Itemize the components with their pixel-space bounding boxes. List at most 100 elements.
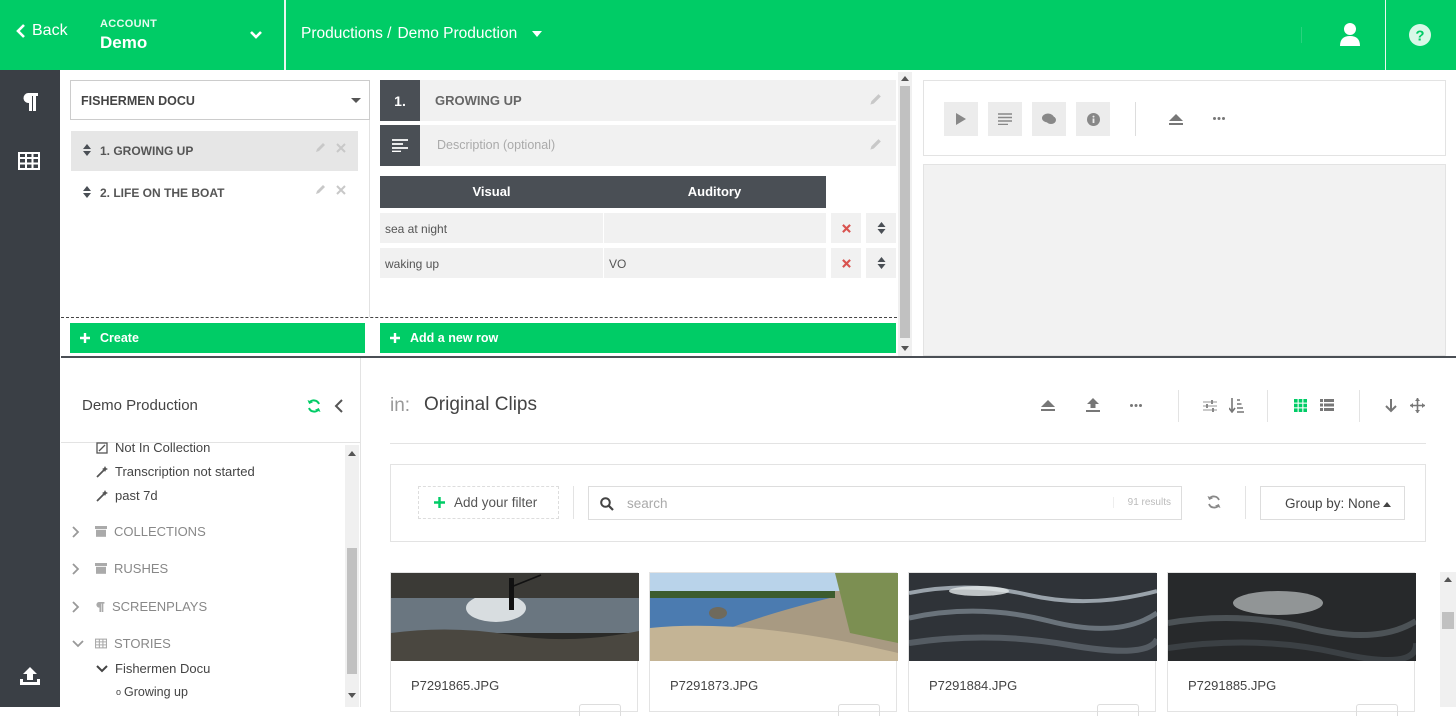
group-by-dropdown[interactable]: Group by: None (1260, 486, 1405, 520)
chevron-left-icon[interactable] (334, 399, 344, 413)
header-divider (1385, 0, 1386, 70)
filter-sliders-icon[interactable] (1203, 400, 1217, 412)
user-icon[interactable] (1340, 22, 1360, 46)
clip-card[interactable]: P7291873.JPG (649, 572, 898, 716)
help-icon[interactable]: ? (1408, 23, 1432, 47)
clip-thumbnail[interactable] (1168, 573, 1416, 661)
clip-thumbnail[interactable] (650, 573, 898, 661)
caret-down-icon[interactable] (531, 30, 543, 38)
move-arrows-icon[interactable] (1410, 398, 1425, 413)
breadcrumb-current[interactable]: Demo Production (397, 25, 517, 43)
pencil-icon[interactable] (868, 93, 882, 107)
tree-section-stories[interactable]: STORIES (72, 636, 171, 651)
account-label: ACCOUNT (100, 18, 158, 30)
scrollbar-thumb[interactable] (1442, 612, 1454, 629)
grid-table-icon[interactable] (18, 152, 40, 170)
clip-card[interactable]: P7291865.JPG (390, 572, 639, 716)
info-icon (1086, 112, 1100, 126)
tree-item-fishermen-docu[interactable]: Fishermen Docu (96, 661, 210, 676)
auditory-cell[interactable]: VO (604, 248, 826, 278)
pencil-icon[interactable] (314, 142, 326, 154)
column-auditory: Auditory (687, 184, 742, 199)
scroll-down-arrow-icon[interactable] (348, 693, 356, 698)
upload-icon[interactable] (18, 665, 42, 687)
more-icon[interactable] (1213, 117, 1225, 120)
close-icon[interactable] (336, 143, 346, 153)
pencil-icon[interactable] (868, 138, 882, 152)
script-view-button[interactable] (988, 102, 1022, 136)
scene-title[interactable]: GROWING UP (420, 80, 896, 121)
story-select[interactable]: FISHERMEN DOCU (70, 80, 370, 120)
description-field[interactable]: Description (optional) (420, 125, 896, 166)
script-table-header: Visual Auditory (380, 176, 826, 208)
close-icon (841, 223, 851, 233)
pencil-icon[interactable] (314, 184, 326, 196)
tree-section-screenplays[interactable]: SCREENPLAYS (72, 599, 207, 614)
move-row-handle[interactable] (866, 248, 896, 278)
clip-card[interactable]: P7291885.JPG (1167, 572, 1416, 716)
tree-item-past-7d[interactable]: past 7d (96, 488, 158, 503)
scroll-up-arrow-icon[interactable] (1444, 577, 1452, 582)
production-title: Demo Production (82, 397, 198, 414)
play-button[interactable] (944, 102, 978, 136)
refresh-icon[interactable] (1207, 495, 1221, 509)
chevron-down-icon[interactable] (248, 27, 264, 43)
add-row-button[interactable]: Add a new row (380, 323, 896, 353)
scrollbar[interactable] (1440, 572, 1456, 707)
auditory-cell[interactable] (604, 213, 826, 243)
sort-order-icon[interactable] (1229, 398, 1244, 413)
svg-text:?: ? (1415, 28, 1424, 45)
create-label: Create (100, 331, 139, 345)
eject-icon[interactable] (1041, 400, 1055, 411)
refresh-icon[interactable] (307, 399, 321, 413)
scrollbar-thumb[interactable] (900, 86, 910, 338)
more-icon[interactable] (1130, 404, 1142, 407)
panel-split-handle[interactable] (61, 356, 1456, 358)
account-name: Demo (100, 33, 148, 52)
list-view-icon[interactable] (1320, 399, 1334, 411)
move-row-handle[interactable] (866, 213, 896, 243)
sort-icon[interactable] (83, 186, 91, 198)
tree-section-collections[interactable]: COLLECTIONS (72, 524, 206, 539)
clip-select-checkbox[interactable] (838, 704, 880, 716)
tree-label: RUSHES (114, 561, 169, 576)
delete-row-button[interactable] (831, 248, 861, 278)
tree-item-growing-up[interactable]: o Growing up (116, 685, 188, 699)
tree-item-transcription-not-started[interactable]: Transcription not started (96, 464, 255, 479)
clip-select-checkbox[interactable] (1097, 704, 1139, 716)
scene-item-1[interactable]: 1. GROWING UP (71, 131, 358, 171)
tree-section-rushes[interactable]: RUSHES (72, 561, 168, 576)
clip-select-checkbox[interactable] (579, 704, 621, 716)
scroll-down-arrow-icon[interactable] (901, 346, 909, 351)
grid-view-icon[interactable] (1294, 399, 1307, 412)
info-button[interactable] (1076, 102, 1110, 136)
scrollbar-thumb[interactable] (347, 548, 357, 674)
clip-card[interactable]: P7291884.JPG (908, 572, 1157, 716)
paragraph-icon[interactable] (21, 92, 39, 112)
comments-button[interactable] (1032, 102, 1066, 136)
arrow-down-icon[interactable] (1385, 399, 1397, 413)
search-input[interactable]: search 91 results (588, 486, 1182, 520)
breadcrumb-productions[interactable]: Productions / (301, 25, 391, 43)
player-viewport[interactable] (923, 164, 1446, 356)
upload-icon[interactable] (1086, 398, 1100, 412)
close-icon[interactable] (336, 185, 346, 195)
back-button[interactable]: Back (16, 22, 68, 40)
clip-thumbnail[interactable] (391, 573, 639, 661)
add-filter-button[interactable]: Add your filter (418, 486, 559, 519)
account-switcher[interactable]: ACCOUNT Demo (100, 18, 157, 53)
clip-thumbnail[interactable] (909, 573, 1157, 661)
sort-icon[interactable] (83, 144, 91, 156)
eject-icon[interactable] (1169, 114, 1183, 125)
tree-item-not-in-collection[interactable]: Not In Collection (96, 440, 210, 455)
visual-cell[interactable]: waking up (380, 248, 603, 278)
visual-cell[interactable]: sea at night (380, 213, 603, 243)
create-scene-button[interactable]: Create (70, 323, 365, 353)
scene-number: 1. (380, 80, 420, 121)
scroll-up-arrow-icon[interactable] (348, 451, 356, 456)
scene-item-2[interactable]: 2. LIFE ON THE BOAT (71, 173, 358, 213)
scroll-up-arrow-icon[interactable] (901, 76, 909, 81)
scene-title-text: GROWING UP (435, 93, 522, 108)
delete-row-button[interactable] (831, 213, 861, 243)
clip-select-checkbox[interactable] (1356, 704, 1398, 716)
